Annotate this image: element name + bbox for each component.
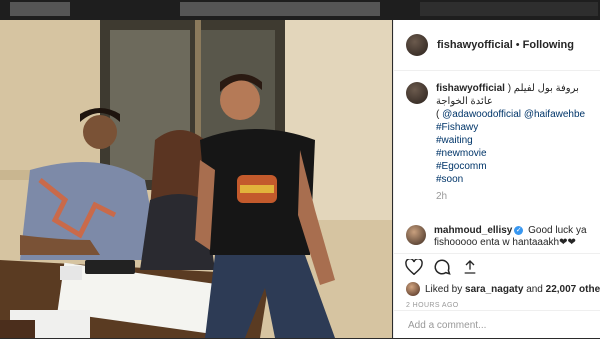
backdrop-strip: [0, 0, 600, 20]
hashtag-link[interactable]: #soon: [436, 173, 595, 186]
add-comment-input[interactable]: [406, 318, 580, 332]
comment-item: mahmoud_ellisy ✓ Good luck ya fishooooo e…: [406, 225, 597, 249]
likes-prefix: Liked by: [425, 283, 463, 295]
likes-and: and: [526, 283, 543, 295]
avatar[interactable]: [406, 34, 428, 56]
avatar[interactable]: [406, 82, 428, 104]
heart-icon[interactable]: [404, 257, 424, 277]
comment-icon[interactable]: [432, 257, 452, 277]
caption-block: fishawyofficial بروفة بول لفيلم ( عائدة …: [406, 82, 595, 203]
comment-username[interactable]: mahmoud_ellisy: [434, 225, 512, 236]
hashtag-link[interactable]: #waiting: [436, 134, 595, 147]
avatar[interactable]: [406, 282, 420, 296]
caption-username[interactable]: fishawyofficial: [436, 83, 505, 94]
background-thumbnail: [10, 2, 70, 16]
action-bar: [394, 253, 600, 280]
avatar[interactable]: [406, 225, 426, 245]
post-side-panel: fishawyofficial • Following fishawyoffic…: [393, 20, 600, 338]
caption-time: 2h: [436, 191, 448, 202]
post-author-username[interactable]: fishawyofficial: [437, 39, 513, 51]
mention-link[interactable]: @haifawehbe: [524, 109, 585, 120]
verified-badge-icon: ✓: [514, 225, 524, 235]
post-time-ago: 2 HOURS AGO: [406, 302, 459, 309]
following-button[interactable]: Following: [523, 39, 574, 51]
post-header: fishawyofficial • Following: [394, 20, 600, 71]
hashtag-link[interactable]: #newmovie: [436, 147, 595, 160]
likes-count[interactable]: 22,007 others: [546, 284, 600, 295]
hashtag-link[interactable]: #Fishawy: [436, 121, 595, 134]
share-icon[interactable]: [460, 257, 480, 277]
add-comment-bar: [394, 310, 600, 339]
black-hearts-emoji-icon: ❤❤: [559, 237, 576, 248]
separator-dot: •: [515, 39, 520, 51]
caption-paren: (: [436, 109, 440, 120]
background-thumbnail: [420, 2, 598, 16]
mention-link[interactable]: @adawoodofficial: [442, 109, 521, 120]
liked-by-username[interactable]: sara_nagaty: [465, 284, 523, 295]
likes-line: Liked by sara_nagaty and 22,007 others: [406, 282, 600, 296]
background-thumbnail: [180, 2, 380, 16]
photo-illustration: [0, 20, 392, 338]
post-photo[interactable]: [0, 20, 392, 338]
hashtag-link[interactable]: #Egocomm: [436, 160, 595, 173]
